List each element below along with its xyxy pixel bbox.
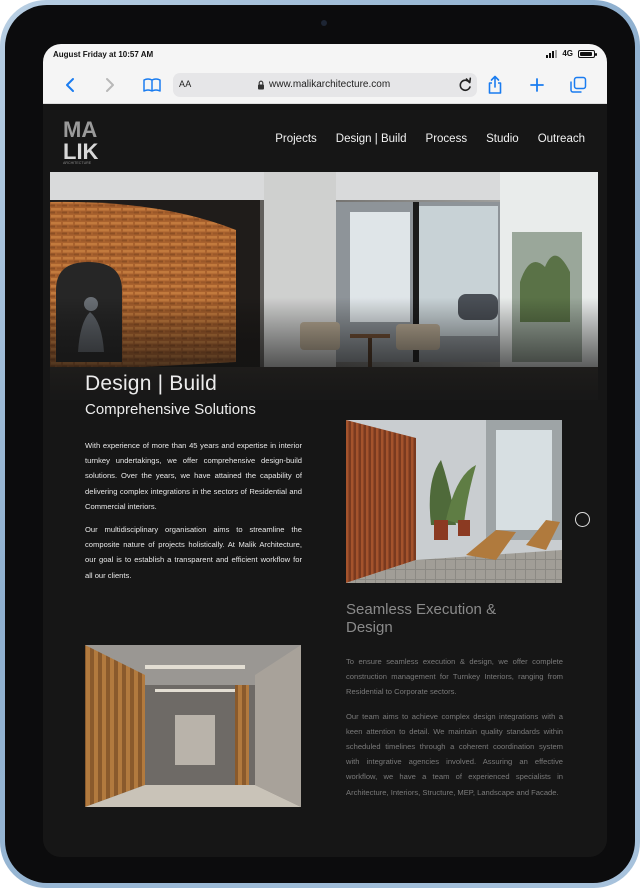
nav-design-build[interactable]: Design | Build: [336, 133, 407, 145]
intro-paragraph-1: With experience of more than 45 years an…: [85, 441, 302, 511]
battery-level: [580, 51, 592, 56]
status-time: August Friday at 10:57 AM: [53, 50, 154, 59]
new-tab-icon: [530, 78, 544, 92]
ipad-frame: August Friday at 10:57 AM 4G AA www.mali…: [0, 0, 640, 888]
browser-toolbar: AA www.malikarchitecture.com: [43, 66, 607, 104]
status-indicators: 4G: [546, 49, 597, 58]
url-display[interactable]: www.malikarchitecture.com: [257, 79, 390, 90]
intro-text: With experience of more than 45 years an…: [85, 438, 302, 583]
hero-image: [50, 172, 598, 400]
site-header: MA LIK ARCHITECTURE Projects Design | Bu…: [43, 105, 607, 173]
nav-outreach[interactable]: Outreach: [538, 133, 585, 145]
tabs-button[interactable]: [567, 74, 589, 96]
corridor-image: [85, 645, 301, 807]
share-button[interactable]: [484, 74, 506, 96]
back-button[interactable]: [59, 74, 81, 96]
hero-interior-photo: [50, 172, 598, 400]
scroll-indicator[interactable]: [575, 512, 590, 527]
forward-button[interactable]: [99, 74, 121, 96]
network-type: 4G: [562, 49, 573, 58]
seamless-paragraph-2: Our team aims to achieve complex design …: [346, 711, 563, 797]
status-bar: August Friday at 10:57 AM 4G: [43, 44, 607, 66]
share-icon: [488, 75, 502, 94]
nav-projects[interactable]: Projects: [275, 133, 317, 145]
tabs-icon: [570, 76, 587, 93]
screen: August Friday at 10:57 AM 4G AA www.mali…: [43, 44, 607, 857]
back-icon: [66, 78, 74, 92]
ipad-bezel: August Friday at 10:57 AM 4G AA www.mali…: [5, 5, 635, 883]
intro-paragraph-2: Our multidisciplinary organisation aims …: [85, 525, 302, 580]
nav-process[interactable]: Process: [426, 133, 468, 145]
reload-button[interactable]: [457, 76, 473, 98]
address-bar[interactable]: AA www.malikarchitecture.com: [173, 73, 477, 97]
svg-text:ARCHITECTURE: ARCHITECTURE: [63, 161, 92, 165]
seamless-text: To ensure seamless execution & design, w…: [346, 654, 563, 800]
main-navigation: Projects Design | Build Process Studio O…: [275, 133, 585, 145]
web-page: MA LIK ARCHITECTURE Projects Design | Bu…: [43, 105, 607, 857]
terrace-image: [346, 420, 562, 583]
corridor-photo: [85, 645, 301, 807]
seamless-section-title: Seamless Execution & Design: [346, 601, 497, 636]
seamless-paragraph-1: To ensure seamless execution & design, w…: [346, 657, 563, 697]
malik-logo-mark: MA LIK ARCHITECTURE: [63, 117, 99, 165]
lock-icon: [258, 80, 264, 89]
battery-icon: [578, 49, 597, 58]
reload-icon: [459, 77, 472, 91]
url-text: www.malikarchitecture.com: [269, 79, 391, 90]
new-tab-button[interactable]: [526, 74, 548, 96]
text-size-button[interactable]: AA: [179, 79, 192, 89]
hero-subtitle: Comprehensive Solutions: [85, 401, 256, 418]
forward-icon: [106, 78, 114, 92]
terrace-photo: [346, 420, 562, 583]
signal-icon: [546, 49, 558, 58]
nav-studio[interactable]: Studio: [486, 133, 519, 145]
bookmarks-button[interactable]: [141, 74, 163, 96]
bookmarks-icon: [143, 78, 161, 92]
malik-logo[interactable]: MA LIK ARCHITECTURE: [63, 115, 107, 165]
hero-title: Design | Build: [85, 372, 217, 395]
front-camera: [321, 20, 327, 26]
